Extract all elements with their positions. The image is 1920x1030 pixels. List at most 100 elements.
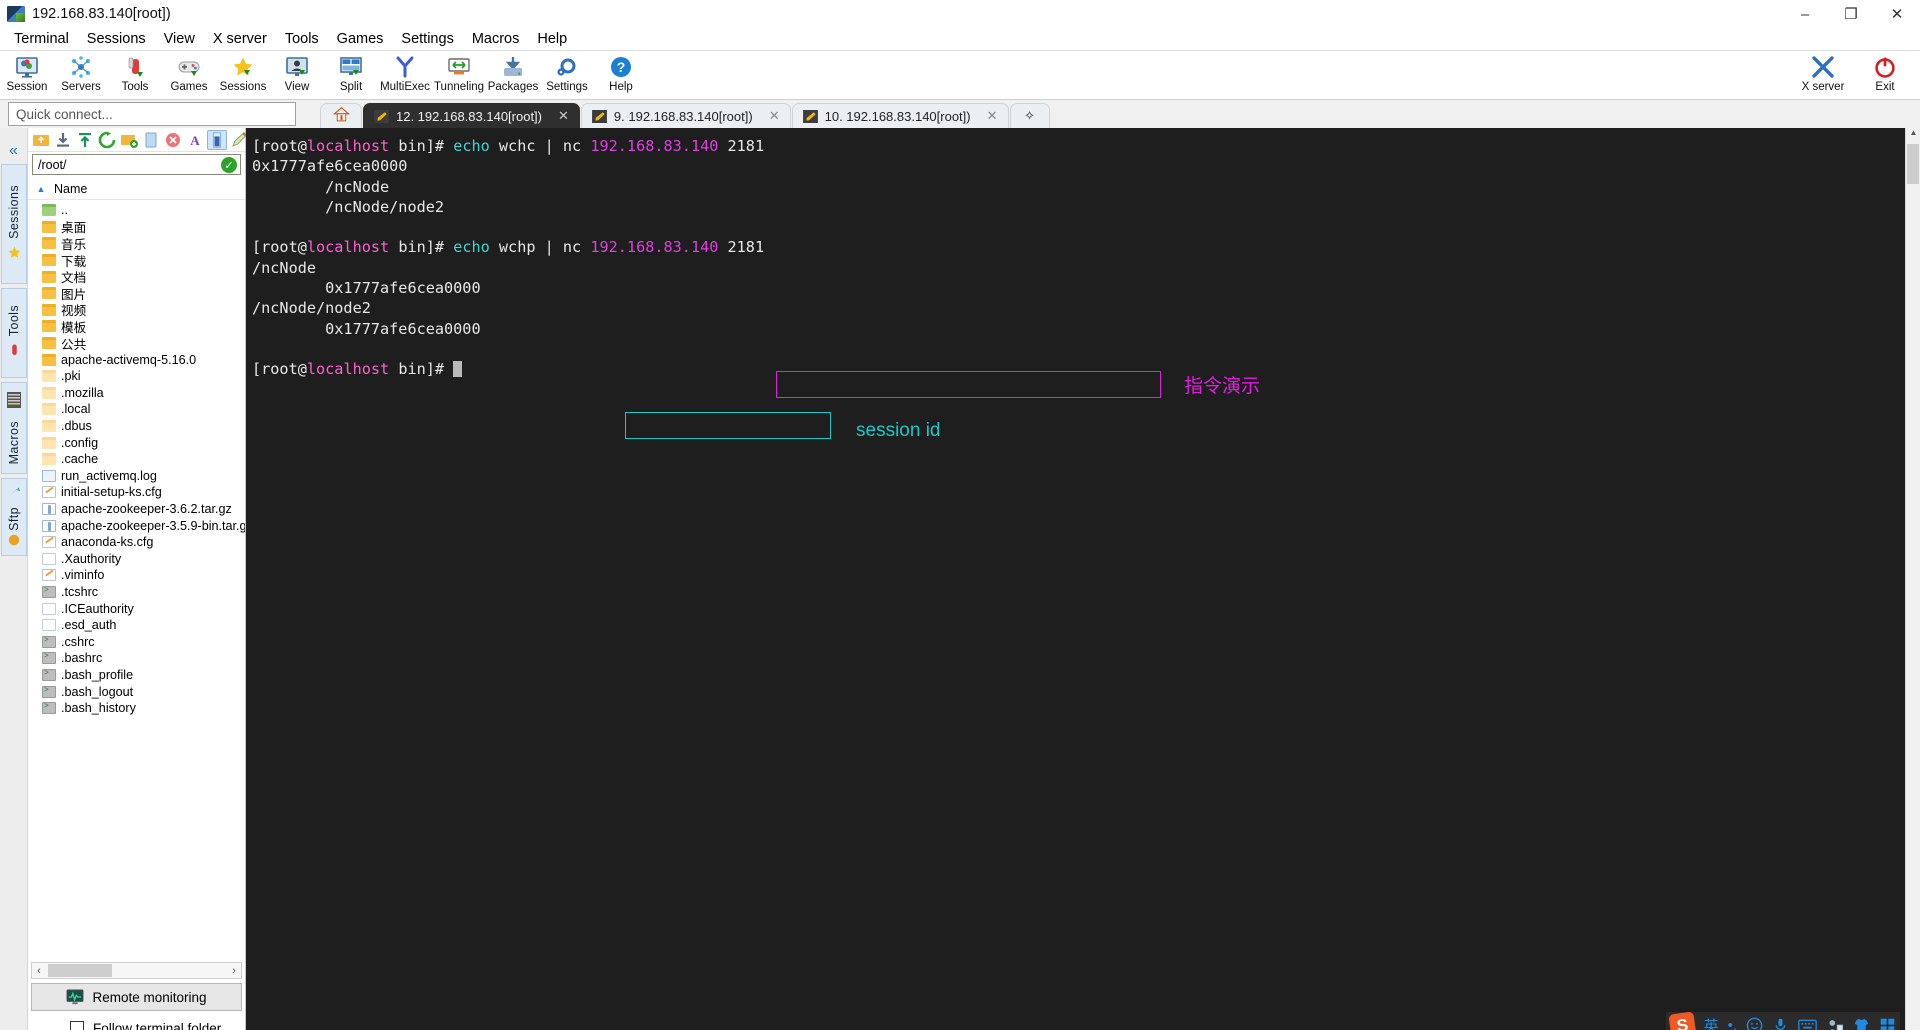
close-button[interactable]: ✕ <box>1874 0 1920 28</box>
toolbar-xserver-button[interactable]: X server <box>1792 53 1854 93</box>
collapse-sidebar-button[interactable]: « <box>0 128 27 160</box>
menu-tools[interactable]: Tools <box>276 29 328 49</box>
ime-emoji-icon[interactable] <box>1746 1017 1763 1030</box>
tab-close-icon[interactable]: ✕ <box>769 108 780 124</box>
file-list-item[interactable]: .dbus <box>28 418 245 435</box>
file-list-item[interactable]: .bash_logout <box>28 683 245 700</box>
menu-view[interactable]: View <box>155 29 204 49</box>
menu-games[interactable]: Games <box>328 29 393 49</box>
toolbar-tunneling-button[interactable]: Tunneling <box>432 53 486 93</box>
file-list-item[interactable]: apache-zookeeper-3.5.9-bin.tar.gz <box>28 517 245 534</box>
ime-mic-icon[interactable] <box>1772 1017 1789 1030</box>
file-list-item[interactable]: .esd_auth <box>28 617 245 634</box>
binary-mode-icon[interactable] <box>207 129 227 150</box>
file-list-item[interactable]: 视频 <box>28 302 245 318</box>
ime-user-icon[interactable] <box>1826 1018 1844 1030</box>
file-list-item[interactable]: .bash_profile <box>28 667 245 684</box>
go-up-icon[interactable] <box>31 130 51 150</box>
toolbar-session-button[interactable]: Session <box>0 53 54 93</box>
terminal-scroll-thumb[interactable] <box>1907 144 1919 184</box>
terminal-vertical-scrollbar[interactable]: ▲ ▼ <box>1905 128 1920 1030</box>
ime-apps-icon[interactable] <box>1879 1017 1896 1030</box>
toolbar-help-button[interactable]: ? Help <box>594 53 648 93</box>
file-list-item[interactable]: .. <box>28 202 245 219</box>
ime-mode-english[interactable]: 英 <box>1704 1015 1719 1030</box>
menu-terminal[interactable]: Terminal <box>5 29 78 49</box>
follow-terminal-folder-row[interactable]: Follow terminal folder <box>28 1011 245 1030</box>
refresh-icon[interactable] <box>97 130 117 150</box>
remote-path-bar[interactable]: /root/ ✓ <box>32 154 241 175</box>
file-list-item[interactable]: .cshrc <box>28 633 245 650</box>
toolbar-packages-button[interactable]: Packages <box>486 53 540 93</box>
file-list-item[interactable]: .local <box>28 401 245 418</box>
file-list-item[interactable]: apache-zookeeper-3.6.2.tar.gz <box>28 501 245 518</box>
tab-new-button[interactable]: ✧ <box>1009 103 1050 128</box>
file-list[interactable]: .. 桌面 音乐 下载 文档 图片 视频 模板 公共 apache-activemq-5.16.0… <box>28 200 245 962</box>
toolbar-settings-button[interactable]: Settings <box>540 53 594 93</box>
text-mode-icon[interactable]: A <box>185 130 205 150</box>
upload-icon[interactable] <box>75 130 95 150</box>
remote-monitoring-button[interactable]: Remote monitoring <box>31 983 242 1011</box>
file-list-item[interactable]: 文档 <box>28 268 245 285</box>
menu-settings[interactable]: Settings <box>392 29 462 49</box>
tab-terminal-12[interactable]: 12. 192.168.83.140[root]) ✕ <box>363 103 580 128</box>
toolbar-tools-button[interactable]: Tools <box>108 53 162 93</box>
toolbar-multiexec-button[interactable]: MultiExec <box>378 53 432 93</box>
scroll-right-arrow-icon[interactable]: › <box>227 965 241 977</box>
menu-help[interactable]: Help <box>528 29 576 49</box>
new-folder-icon[interactable] <box>119 130 139 150</box>
vtab-macros[interactable]: Macros <box>1 382 27 474</box>
file-list-item[interactable]: .mozilla <box>28 385 245 402</box>
toolbar-split-button[interactable]: Split <box>324 53 378 93</box>
file-list-item[interactable]: 桌面 <box>28 219 245 235</box>
maximize-button[interactable]: ❐ <box>1828 0 1874 28</box>
toolbar-view-button[interactable]: View <box>270 53 324 93</box>
toolbar-sessions-button[interactable]: Sessions <box>216 53 270 93</box>
file-list-item[interactable]: 图片 <box>28 285 245 302</box>
tab-home[interactable] <box>320 103 362 128</box>
toolbar-servers-button[interactable]: Servers <box>54 53 108 93</box>
follow-terminal-folder-checkbox[interactable] <box>70 1021 84 1030</box>
ime-keyboard-icon[interactable] <box>1798 1018 1817 1030</box>
scroll-thumb[interactable] <box>48 964 112 977</box>
file-list-horizontal-scrollbar[interactable]: ‹ › <box>31 962 242 979</box>
ime-punctuation-icon[interactable]: •, <box>1728 1017 1737 1030</box>
quick-connect-input[interactable]: Quick connect... <box>8 102 296 126</box>
file-list-item[interactable]: 模板 <box>28 318 245 335</box>
sort-ascending-icon[interactable]: ▲ <box>28 184 54 194</box>
file-list-item[interactable]: .ICEauthority <box>28 600 245 617</box>
scroll-left-arrow-icon[interactable]: ‹ <box>32 965 46 977</box>
minimize-button[interactable]: – <box>1782 0 1828 28</box>
file-list-item[interactable]: .bashrc <box>28 650 245 667</box>
menu-sessions[interactable]: Sessions <box>78 29 155 49</box>
file-list-item[interactable]: apache-activemq-5.16.0 <box>28 351 245 368</box>
tab-close-icon[interactable]: ✕ <box>987 108 998 124</box>
tab-terminal-9[interactable]: 9. 192.168.83.140[root]) ✕ <box>580 103 791 128</box>
file-list-item[interactable]: .pki <box>28 368 245 385</box>
download-icon[interactable] <box>53 130 73 150</box>
file-list-item[interactable]: 下载 <box>28 252 245 269</box>
file-list-item[interactable]: anaconda-ks.cfg <box>28 534 245 551</box>
toolbar-games-button[interactable]: Games <box>162 53 216 93</box>
menu-x-server[interactable]: X server <box>204 29 276 49</box>
terminal-pane[interactable]: [root@localhost bin]# echo wchc | nc 192… <box>246 128 1920 1030</box>
file-list-item[interactable]: .tcshrc <box>28 584 245 601</box>
toolbar-exit-button[interactable]: Exit <box>1854 53 1916 93</box>
menu-macros[interactable]: Macros <box>463 29 529 49</box>
file-list-item[interactable]: .config <box>28 434 245 451</box>
ime-skin-icon[interactable] <box>1853 1017 1870 1030</box>
column-header-name[interactable]: Name <box>54 182 87 196</box>
new-file-icon[interactable] <box>141 130 161 150</box>
file-list-item[interactable]: .cache <box>28 451 245 468</box>
scroll-up-arrow-icon[interactable]: ▲ <box>1906 128 1920 143</box>
vtab-sessions[interactable]: Sessions <box>1 164 27 284</box>
file-list-item[interactable]: run_activemq.log <box>28 468 245 485</box>
vtab-tools[interactable]: Tools <box>1 288 27 378</box>
vtab-sftp[interactable]: Sftp <box>1 478 27 556</box>
file-list-item[interactable]: .viminfo <box>28 567 245 584</box>
sogou-logo-icon[interactable]: S <box>1667 1011 1697 1030</box>
file-list-item[interactable]: .bash_history <box>28 700 245 717</box>
delete-icon[interactable] <box>163 130 183 150</box>
tab-close-icon[interactable]: ✕ <box>558 108 569 124</box>
tab-terminal-10[interactable]: 10. 192.168.83.140[root]) ✕ <box>791 103 1009 128</box>
